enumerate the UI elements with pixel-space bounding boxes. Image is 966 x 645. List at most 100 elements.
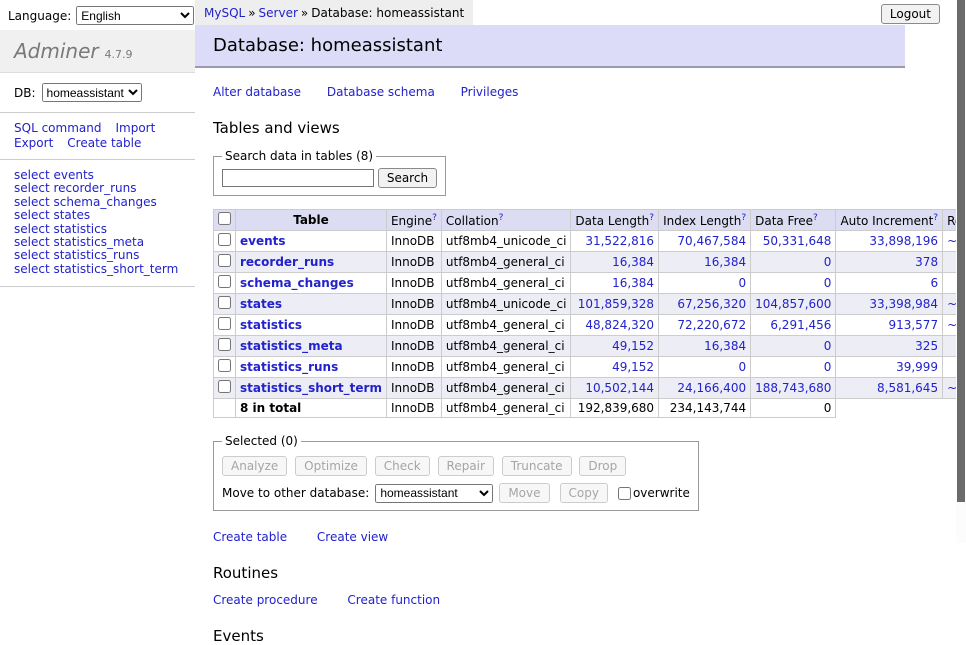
copy-button[interactable]: Copy — [560, 483, 608, 503]
data-free-link[interactable]: 50,331,648 — [763, 234, 832, 248]
auto-increment-link[interactable]: 8,581,645 — [877, 381, 938, 395]
app-name: Adminer — [14, 39, 99, 63]
database-schema-link[interactable]: Database schema — [327, 85, 435, 99]
auto-increment-link[interactable]: 33,398,984 — [869, 297, 938, 311]
table-name-link[interactable]: events — [240, 234, 286, 248]
sidebar-item-select-schema-changes[interactable]: select schema_changes — [14, 196, 195, 209]
index-length-link[interactable]: 67,256,320 — [677, 297, 746, 311]
overwrite-checkbox[interactable] — [618, 487, 631, 500]
index-length-link[interactable]: 0 — [738, 360, 746, 374]
data-length-link[interactable]: 48,824,320 — [585, 318, 654, 332]
data-free-help-link[interactable]: ? — [813, 213, 818, 223]
auto-increment-link[interactable]: 39,999 — [896, 360, 938, 374]
sidebar-item-select-statistics-runs[interactable]: select statistics_runs — [14, 249, 195, 262]
search-button[interactable]: Search — [378, 168, 437, 188]
sidebar-item-select-statistics-short-term[interactable]: select statistics_short_term — [14, 263, 195, 276]
engine-cell: InnoDB — [386, 273, 441, 294]
engine-help-link[interactable]: ? — [432, 213, 437, 223]
data-length-link[interactable]: 16,384 — [612, 276, 654, 290]
table-name-link[interactable]: schema_changes — [240, 276, 354, 290]
collation-help-link[interactable]: ? — [499, 213, 504, 223]
index-length-link[interactable]: 24,166,400 — [677, 381, 746, 395]
column-header-data-free: Data Free? — [751, 210, 836, 231]
sidebar-item-select-states[interactable]: select states — [14, 209, 195, 222]
collation-cell: utf8mb4_general_ci — [441, 378, 571, 399]
column-header-index-length: Index Length? — [659, 210, 751, 231]
index-length-link[interactable]: 16,384 — [704, 255, 746, 269]
move-database-select[interactable]: homeassistant — [375, 484, 493, 503]
table-row: statistics_meta InnoDB utf8mb4_general_c… — [214, 336, 966, 357]
sidebar-item-select-statistics[interactable]: select statistics — [14, 223, 195, 236]
data-length-link[interactable]: 49,152 — [612, 339, 654, 353]
data-length-link[interactable]: 101,859,328 — [578, 297, 654, 311]
data-length-link[interactable]: 31,522,816 — [585, 234, 654, 248]
sidebar-item-select-recorder-runs[interactable]: select recorder_runs — [14, 182, 195, 195]
row-checkbox[interactable] — [218, 233, 231, 246]
selected-actions: Analyze Optimize Check Repair Truncate D… — [222, 456, 690, 476]
vertical-scrollbar[interactable] — [956, 0, 966, 543]
data-free-link[interactable]: 0 — [824, 276, 832, 290]
alter-database-link[interactable]: Alter database — [213, 85, 301, 99]
create-procedure-link[interactable]: Create procedure — [213, 593, 318, 607]
index-length-link[interactable]: 0 — [738, 276, 746, 290]
selected-fieldset: Selected (0) Analyze Optimize Check Repa… — [213, 434, 699, 511]
move-button[interactable]: Move — [499, 483, 549, 503]
data-free-link[interactable]: 0 — [824, 255, 832, 269]
row-checkbox[interactable] — [218, 380, 231, 393]
search-input[interactable] — [222, 169, 374, 187]
row-checkbox[interactable] — [218, 275, 231, 288]
row-checkbox[interactable] — [218, 359, 231, 372]
sidebar-item-select-statistics-meta[interactable]: select statistics_meta — [14, 236, 195, 249]
drop-button[interactable]: Drop — [579, 456, 626, 476]
auto-increment-link[interactable]: 378 — [915, 255, 938, 269]
auto-increment-link[interactable]: 6 — [930, 276, 938, 290]
data-free-link[interactable]: 6,291,456 — [770, 318, 831, 332]
data-length-link[interactable]: 16,384 — [612, 255, 654, 269]
index-length-link[interactable]: 72,220,672 — [677, 318, 746, 332]
table-name-link[interactable]: statistics_meta — [240, 339, 343, 353]
index-length-link[interactable]: 16,384 — [704, 339, 746, 353]
sidebar-item-export[interactable]: Export — [14, 136, 53, 150]
check-button[interactable]: Check — [375, 456, 430, 476]
table-name-link[interactable]: statistics — [240, 318, 302, 332]
auto-increment-link[interactable]: 33,898,196 — [869, 234, 938, 248]
column-header-collation: Collation? — [441, 210, 571, 231]
sidebar-item-sql-command[interactable]: SQL command — [14, 121, 101, 135]
column-header-data-length: Data Length? — [571, 210, 659, 231]
data-free-link[interactable]: 0 — [824, 339, 832, 353]
select-all-checkbox[interactable] — [218, 212, 231, 225]
data-length-link[interactable]: 49,152 — [612, 360, 654, 374]
create-table-link[interactable]: Create table — [213, 530, 287, 544]
data-length-help-link[interactable]: ? — [649, 213, 654, 223]
sidebar-item-create-table[interactable]: Create table — [67, 136, 141, 150]
auto-increment-help-link[interactable]: ? — [933, 213, 938, 223]
truncate-button[interactable]: Truncate — [502, 456, 572, 476]
repair-button[interactable]: Repair — [438, 456, 494, 476]
index-length-help-link[interactable]: ? — [741, 213, 746, 223]
row-checkbox[interactable] — [218, 254, 231, 267]
sidebar-item-select-events[interactable]: select events — [14, 169, 195, 182]
db-select[interactable]: homeassistant — [42, 83, 142, 102]
data-length-link[interactable]: 10,502,144 — [585, 381, 654, 395]
data-free-link[interactable]: 0 — [824, 360, 832, 374]
data-free-link[interactable]: 188,743,680 — [755, 381, 831, 395]
row-checkbox[interactable] — [218, 338, 231, 351]
table-name-link[interactable]: statistics_short_term — [240, 381, 382, 395]
row-checkbox[interactable] — [218, 296, 231, 309]
sidebar-item-import[interactable]: Import — [115, 121, 155, 135]
data-free-link[interactable]: 104,857,600 — [755, 297, 831, 311]
scrollbar-thumb[interactable] — [957, 0, 965, 502]
create-view-link[interactable]: Create view — [317, 530, 388, 544]
table-name-link[interactable]: statistics_runs — [240, 360, 338, 374]
collation-cell: utf8mb4_general_ci — [441, 252, 571, 273]
optimize-button[interactable]: Optimize — [295, 456, 367, 476]
index-length-link[interactable]: 70,467,584 — [677, 234, 746, 248]
row-checkbox[interactable] — [218, 317, 231, 330]
auto-increment-link[interactable]: 325 — [915, 339, 938, 353]
create-function-link[interactable]: Create function — [347, 593, 440, 607]
auto-increment-link[interactable]: 913,577 — [888, 318, 938, 332]
privileges-link[interactable]: Privileges — [461, 85, 519, 99]
analyze-button[interactable]: Analyze — [222, 456, 287, 476]
table-name-link[interactable]: recorder_runs — [240, 255, 334, 269]
table-name-link[interactable]: states — [240, 297, 282, 311]
